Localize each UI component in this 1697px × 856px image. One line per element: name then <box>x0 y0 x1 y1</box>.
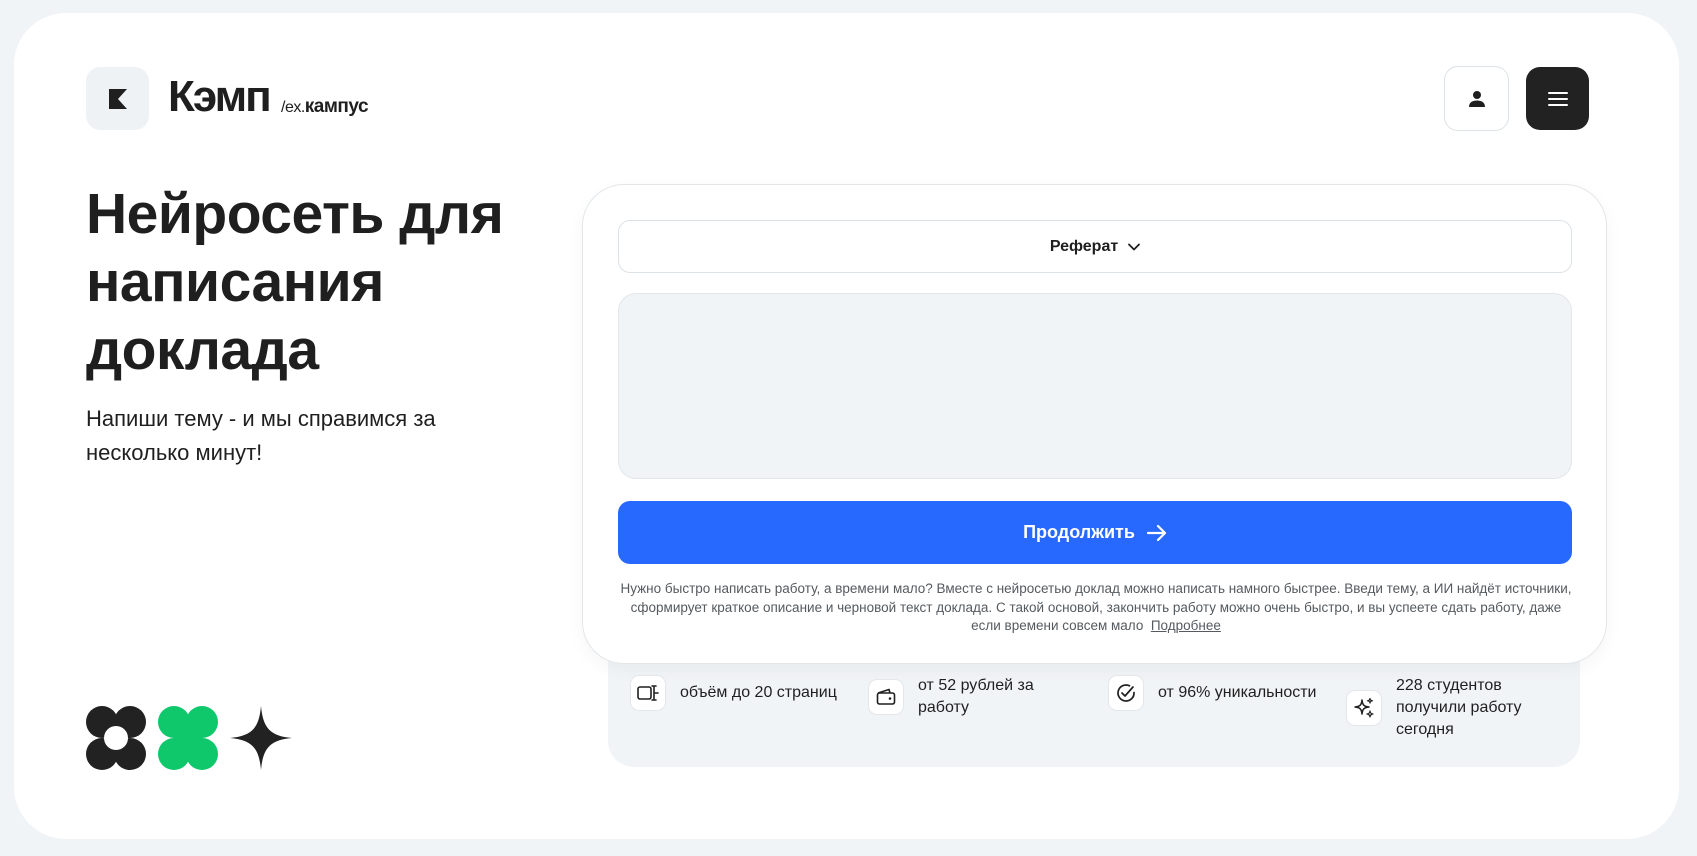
flower-dark-icon <box>86 706 146 770</box>
user-icon <box>1468 90 1485 107</box>
stat-item-price: от 52 рублей за работу <box>868 675 1058 719</box>
brand-sub-name: кампус <box>304 96 369 117</box>
more-link[interactable]: Подробнее <box>1151 618 1221 633</box>
work-type-select[interactable]: Реферат <box>618 220 1572 273</box>
profile-button[interactable] <box>1444 66 1509 131</box>
decorative-shapes-icon <box>86 706 292 770</box>
pages-icon <box>637 685 659 701</box>
work-type-value: Реферат <box>1049 237 1119 255</box>
stat-item-uniqueness: от 96% уникальности <box>1108 675 1338 711</box>
stat-text: объём до 20 страниц <box>680 684 837 701</box>
wallet-icon <box>876 688 896 705</box>
page-title: Нейросеть для написания доклада <box>86 182 504 382</box>
continue-button[interactable]: Продолжить <box>618 501 1572 564</box>
hamburger-menu-icon <box>1547 91 1568 106</box>
stat-item-pages: объём до 20 страниц <box>630 675 850 711</box>
k-logo-icon <box>108 88 127 109</box>
stat-text: от 96% уникальности <box>1158 684 1317 701</box>
clover-green-icon <box>158 706 218 770</box>
stat-text: 228 студентов получили работу сегодня <box>1396 677 1522 738</box>
continue-button-label: Продолжить <box>1023 522 1135 542</box>
stat-item-students: 228 студентов получили работу сегодня <box>1346 675 1546 741</box>
description-body: Нужно быстро написать работу, а времени … <box>620 581 1572 633</box>
sparkle-icon <box>1354 697 1374 718</box>
brand-name[interactable]: Кэмп <box>168 72 272 122</box>
star-dark-icon <box>230 706 292 770</box>
chevron-down-icon <box>1128 243 1141 250</box>
logo-icon[interactable] <box>86 67 149 130</box>
brand-subtitle: /ex.кампус <box>281 96 369 118</box>
menu-button[interactable] <box>1526 67 1589 130</box>
brand-sub-prefix: /ex. <box>281 99 305 116</box>
arrow-right-icon <box>1146 524 1167 541</box>
check-circle-icon <box>1117 684 1135 702</box>
generator-form: Реферат Продолжить Нужно быстро написать… <box>582 184 1607 664</box>
stat-text: от 52 рублей за работу <box>918 677 1034 716</box>
description-text: Нужно быстро написать работу, а времени … <box>616 580 1576 636</box>
topic-input[interactable] <box>618 293 1572 479</box>
page-subtitle: Напиши тему - и мы справимся за нескольк… <box>86 406 436 465</box>
